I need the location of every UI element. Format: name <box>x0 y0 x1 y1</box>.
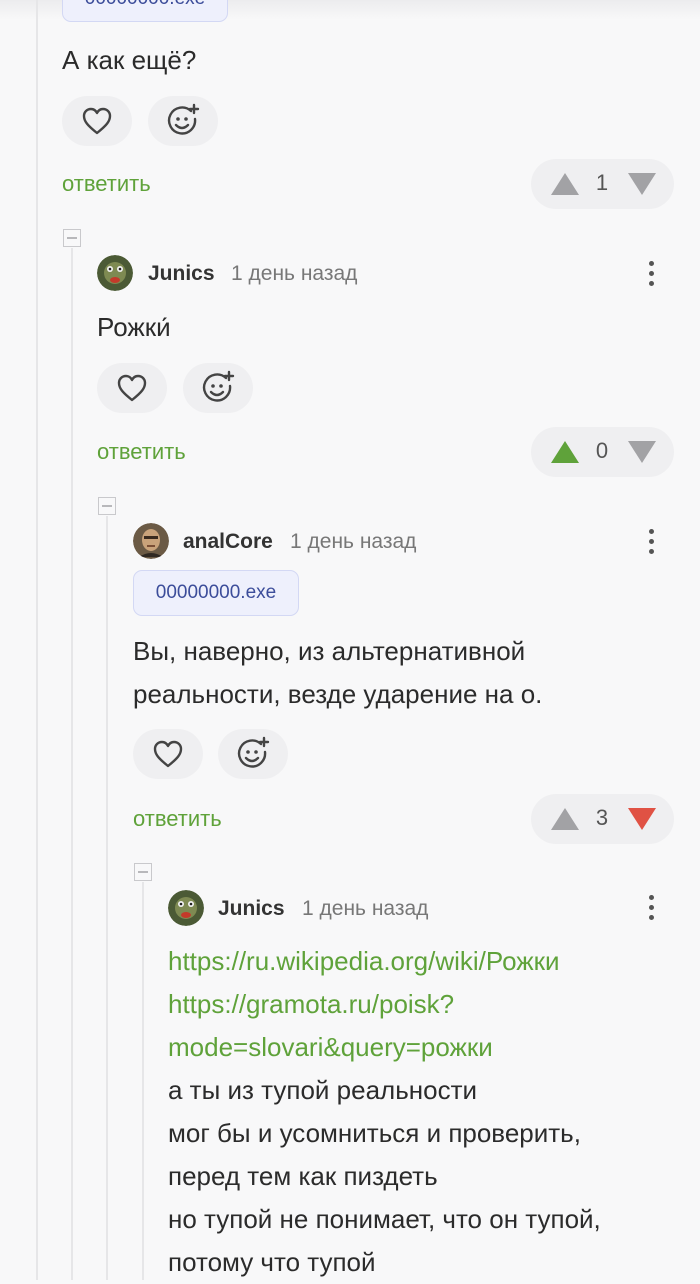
collapse-thread-button[interactable] <box>98 497 116 515</box>
reply-link[interactable]: ответить <box>62 171 151 197</box>
downvote-arrow-icon[interactable] <box>626 171 658 197</box>
comment-text: Рожки́ <box>97 312 171 342</box>
comment-text: https://ru.wikipedia.org/wiki/Рожки http… <box>168 940 601 1284</box>
text-line: но тупой не понимает, что он тупой, <box>168 1204 601 1234</box>
user-tag-label: 00000000.exe <box>85 0 205 10</box>
reply-link[interactable]: ответить <box>133 806 222 832</box>
collapse-thread-button[interactable] <box>134 863 152 881</box>
smiley-add-icon <box>237 736 270 768</box>
downvote-arrow-icon[interactable] <box>626 806 658 832</box>
author-name[interactable]: Junics <box>148 262 215 286</box>
user-tag-chip[interactable]: 00000000.exe <box>62 0 228 22</box>
text-line: реальности, везде ударение на о. <box>133 679 543 709</box>
heart-icon <box>82 107 112 135</box>
text-line: мог бы и усомниться и проверить, <box>168 1118 581 1148</box>
like-button[interactable] <box>133 729 203 779</box>
author-name[interactable]: analCore <box>183 530 273 554</box>
heart-icon <box>153 740 183 768</box>
rating-control: 3 <box>531 794 674 844</box>
upvote-arrow-icon[interactable] <box>549 806 581 832</box>
thread-line-level-3 <box>142 882 144 1280</box>
thread-line-level-2 <box>106 516 108 1280</box>
comment-text: Вы, наверно, из альтернативной реальност… <box>133 630 542 716</box>
upvote-arrow-icon[interactable] <box>549 171 581 197</box>
add-reaction-button[interactable] <box>218 729 288 779</box>
rating-value: 3 <box>595 805 609 830</box>
comment-time: 1 день назад <box>231 262 358 285</box>
smiley-add-icon <box>167 103 200 135</box>
like-button[interactable] <box>97 363 167 413</box>
user-tag-label: 00000000.exe <box>155 582 277 603</box>
rating-value: 1 <box>595 170 609 195</box>
downvote-arrow-icon[interactable] <box>626 439 658 465</box>
more-options-icon[interactable] <box>648 895 656 925</box>
avatar[interactable] <box>133 523 169 559</box>
rating-control: 1 <box>531 159 674 209</box>
text-line: а ты из тупой реальности <box>168 1075 478 1105</box>
heart-icon <box>117 374 147 402</box>
smiley-add-icon <box>202 370 235 402</box>
add-reaction-button[interactable] <box>183 363 253 413</box>
collapse-thread-button[interactable] <box>63 229 81 247</box>
comment-time: 1 день назад <box>290 530 417 553</box>
rating-control: 0 <box>531 427 674 477</box>
more-options-icon[interactable] <box>648 529 656 559</box>
upvote-arrow-icon[interactable] <box>549 439 581 465</box>
text-line: перед тем как пиздеть <box>168 1161 438 1191</box>
text-line: Вы, наверно, из альтернативной <box>133 636 526 666</box>
reply-link[interactable]: ответить <box>97 439 186 465</box>
user-tag-chip[interactable]: 00000000.exe <box>133 570 299 616</box>
add-reaction-button[interactable] <box>148 96 218 146</box>
more-options-icon[interactable] <box>648 261 656 291</box>
avatar[interactable] <box>168 890 204 926</box>
author-name[interactable]: Junics <box>218 897 285 921</box>
comment-text: А как ещё? <box>62 45 197 75</box>
rating-value: 0 <box>595 438 609 463</box>
avatar[interactable] <box>97 255 133 291</box>
comment-time: 1 день назад <box>302 897 429 920</box>
wikipedia-link[interactable]: https://ru.wikipedia.org/wiki/Рожки <box>168 940 601 983</box>
thread-line-level-1 <box>71 248 73 1280</box>
like-button[interactable] <box>62 96 132 146</box>
thread-line-level-0 <box>36 0 38 1280</box>
gramota-link-continued[interactable]: mode=slovari&query=рожки <box>168 1026 601 1069</box>
text-line: потому что тупой <box>168 1247 376 1277</box>
gramota-link[interactable]: https://gramota.ru/poisk? <box>168 983 601 1026</box>
